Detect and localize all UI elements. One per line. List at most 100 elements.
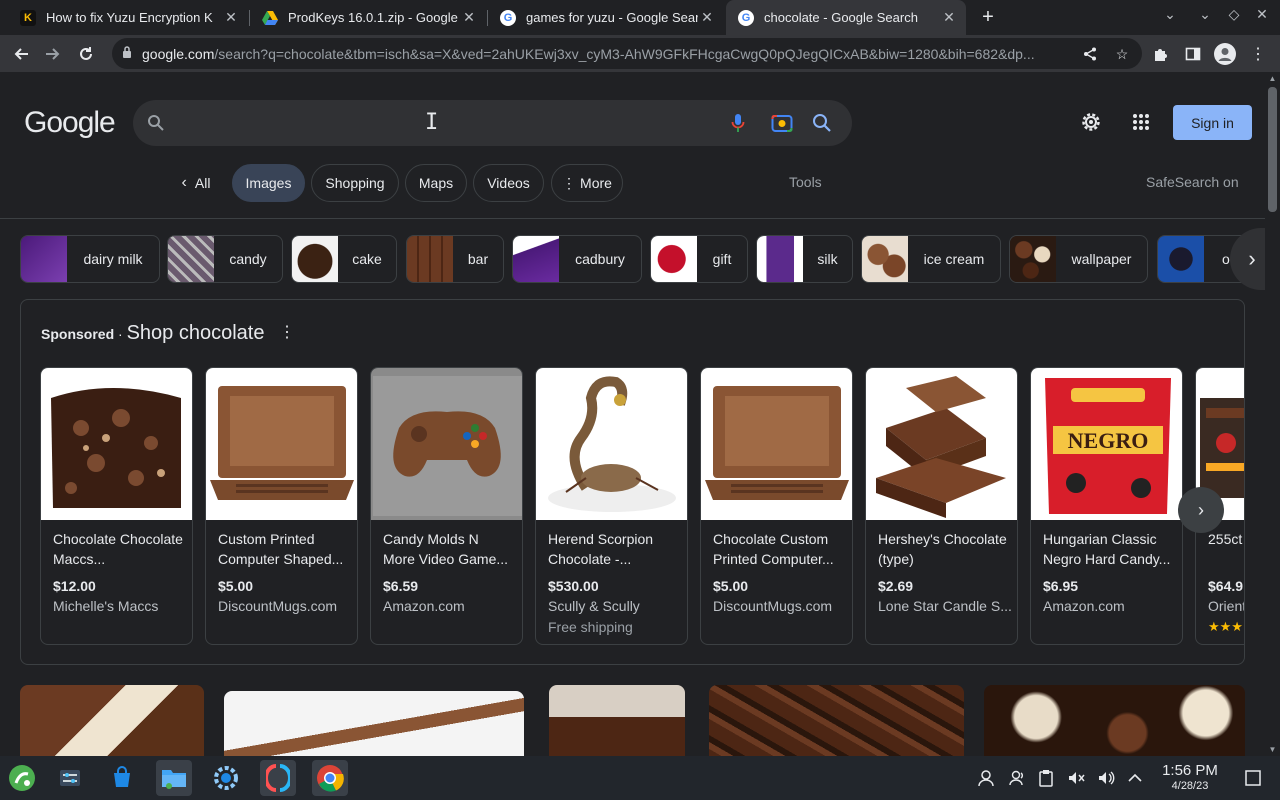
product-card[interactable]: Chocolate Custom Printed Computer... $5.… xyxy=(700,367,853,645)
related-chip[interactable]: cadbury xyxy=(512,235,642,283)
settings-gear-icon[interactable] xyxy=(1079,110,1103,134)
related-chip[interactable]: gift xyxy=(650,235,748,283)
safesearch-toggle[interactable]: SafeSearch on xyxy=(1146,174,1239,190)
product-card[interactable]: Candy Molds N More Video Game... $6.59 A… xyxy=(370,367,523,645)
bookmark-star-icon[interactable]: ☆ xyxy=(1112,44,1132,64)
related-chip[interactable]: silk xyxy=(756,235,853,283)
network-users-icon[interactable] xyxy=(1008,768,1028,788)
volume-icon[interactable] xyxy=(1096,768,1116,788)
search-input[interactable] xyxy=(177,108,737,138)
camera-lens-icon[interactable] xyxy=(771,112,793,134)
show-desktop-icon[interactable] xyxy=(1243,768,1263,788)
share-icon[interactable] xyxy=(1080,44,1100,64)
tab-yuzu-encryption[interactable]: K How to fix Yuzu Encryption K ✕ xyxy=(8,0,248,35)
scroll-up-icon[interactable]: ▲ xyxy=(1265,74,1280,83)
minimize-icon[interactable]: ⌄ xyxy=(1195,6,1215,23)
product-card[interactable]: Custom Printed Computer Shaped... $5.00 … xyxy=(205,367,358,645)
tab-close-icon[interactable]: ✕ xyxy=(940,9,958,26)
forward-arrow-icon[interactable] xyxy=(40,41,66,67)
sign-in-button[interactable]: Sign in xyxy=(1173,105,1252,140)
tab-prodkeys[interactable]: ProdKeys 16.0.1.zip - Google ✕ xyxy=(250,0,486,35)
product-card[interactable]: Hershey's Chocolate (type) $2.69 Lone St… xyxy=(865,367,1018,645)
reload-icon[interactable] xyxy=(73,41,99,67)
tray-expand-chevron-icon[interactable] xyxy=(1125,768,1145,788)
header-divider xyxy=(0,218,1265,219)
text-cursor-icon: I xyxy=(425,110,439,135)
tab-videos[interactable]: Videos xyxy=(473,164,544,202)
side-panel-icon[interactable] xyxy=(1180,41,1206,67)
system-clock[interactable]: 1:56 PM 4/28/23 xyxy=(1158,762,1222,792)
scrollbar-thumb[interactable] xyxy=(1268,87,1277,212)
tab-title: ProdKeys 16.0.1.zip - Google xyxy=(288,10,458,25)
image-result[interactable] xyxy=(224,691,524,756)
related-searches: dairy milk candy cake bar cadbury gift s… xyxy=(20,235,1245,283)
related-chip[interactable]: ice cream xyxy=(861,235,1001,283)
image-result[interactable] xyxy=(20,685,204,756)
product-image: NEGRO xyxy=(1031,368,1182,520)
chrome-menu-icon[interactable]: ⋮ xyxy=(1245,41,1271,67)
tab-images[interactable]: Images xyxy=(232,164,305,202)
tab-shopping[interactable]: Shopping xyxy=(311,164,399,202)
google-apps-grid-icon[interactable] xyxy=(1129,110,1153,134)
search-submit-icon[interactable] xyxy=(811,112,833,134)
tab-chocolate-search[interactable]: G chocolate - Google Search ✕ xyxy=(726,0,966,35)
chrome-browser-icon[interactable] xyxy=(312,760,348,796)
related-chip[interactable]: bar xyxy=(406,235,504,283)
tab-all[interactable]: ‹ All xyxy=(166,164,226,202)
yuzu-emulator-icon[interactable] xyxy=(260,760,296,796)
related-chip[interactable]: dairy milk xyxy=(20,235,160,283)
more-vert-icon[interactable]: ⋮ xyxy=(279,322,295,342)
discover-store-icon[interactable] xyxy=(104,760,140,796)
image-result[interactable] xyxy=(709,685,964,756)
clipboard-icon[interactable] xyxy=(1036,768,1056,788)
related-chip[interactable]: cake xyxy=(291,235,397,283)
chip-thumbnail xyxy=(651,236,697,282)
browser-toolbar: google.com/search?q=chocolate&tbm=isch&s… xyxy=(0,35,1280,72)
product-card[interactable]: NEGRO Hungarian Classic Negro Hard Candy… xyxy=(1030,367,1183,645)
tab-search-chevron-icon[interactable]: ⌄ xyxy=(1160,6,1180,23)
url-text: google.com/search?q=chocolate&tbm=isch&s… xyxy=(142,46,1035,62)
related-chip[interactable]: wallpaper xyxy=(1009,235,1148,283)
google-icon: G xyxy=(738,9,754,26)
product-image xyxy=(701,368,852,520)
image-result[interactable] xyxy=(549,685,685,756)
search-box[interactable] xyxy=(133,100,852,146)
product-card[interactable]: Herend Scorpion Chocolate -... $530.00 S… xyxy=(535,367,688,645)
back-arrow-icon[interactable] xyxy=(8,41,34,67)
page-scrollbar[interactable]: ▲ ▼ xyxy=(1265,72,1280,756)
maximize-icon[interactable]: ◇ xyxy=(1224,6,1244,23)
lock-icon[interactable] xyxy=(122,46,132,58)
chip-thumbnail xyxy=(513,236,559,282)
google-logo[interactable]: Google xyxy=(24,106,116,140)
related-chip[interactable]: candy xyxy=(167,235,283,283)
profile-avatar-icon[interactable] xyxy=(1212,41,1238,67)
product-card[interactable]: Chocolate Chocolate Maccs... $12.00 Mich… xyxy=(40,367,193,645)
close-window-icon[interactable]: ✕ xyxy=(1252,6,1272,23)
scroll-down-icon[interactable]: ▼ xyxy=(1265,745,1280,754)
shopping-header: Sponsored · Shop chocolate xyxy=(41,322,265,344)
tab-games-for-yuzu[interactable]: G games for yuzu - Google Sear ✕ xyxy=(488,0,724,35)
tab-close-icon[interactable]: ✕ xyxy=(222,9,240,26)
tools-button[interactable]: Tools xyxy=(789,174,822,190)
system-settings-gear-icon[interactable] xyxy=(208,760,244,796)
file-manager-icon[interactable] xyxy=(156,760,192,796)
new-tab-button[interactable]: + xyxy=(976,5,1000,29)
tab-close-icon[interactable]: ✕ xyxy=(460,9,478,26)
product-image xyxy=(371,368,522,520)
search-icon xyxy=(148,115,164,131)
chip-thumbnail xyxy=(757,236,803,282)
tab-strip: K How to fix Yuzu Encryption K ✕ ProdKey… xyxy=(0,0,1280,35)
user-account-icon[interactable] xyxy=(976,768,996,788)
carousel-next-arrow-icon[interactable]: › xyxy=(1178,487,1224,533)
extensions-puzzle-icon[interactable] xyxy=(1148,41,1174,67)
tab-more[interactable]: ⋮ More xyxy=(551,164,623,202)
tab-maps[interactable]: Maps xyxy=(405,164,467,202)
image-result[interactable] xyxy=(984,685,1245,756)
address-bar[interactable]: google.com/search?q=chocolate&tbm=isch&s… xyxy=(112,38,1142,69)
settings-sliders-icon[interactable] xyxy=(52,760,88,796)
tab-close-icon[interactable]: ✕ xyxy=(698,9,716,26)
rating-stars: ★★★ xyxy=(1208,619,1243,634)
start-menu-icon[interactable] xyxy=(4,760,40,796)
audio-muted-icon[interactable] xyxy=(1066,768,1086,788)
microphone-icon[interactable] xyxy=(727,112,749,134)
